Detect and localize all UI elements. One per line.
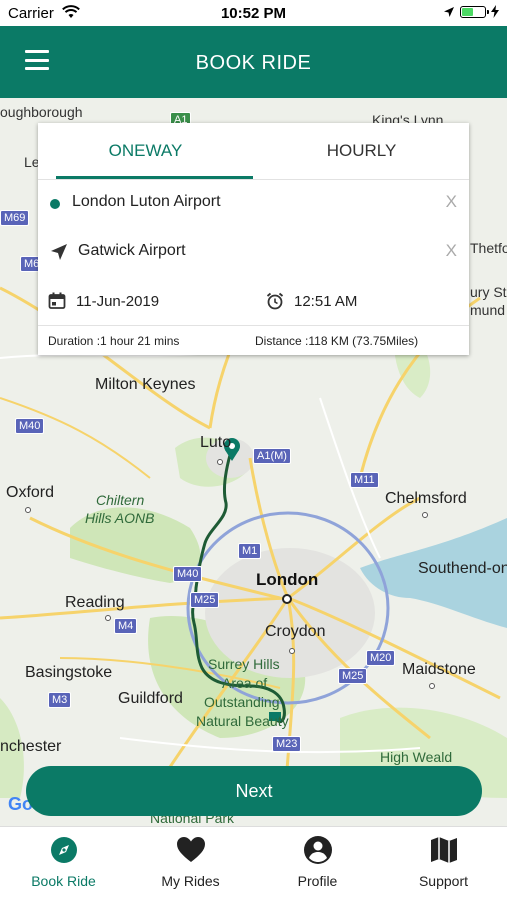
road-shield-m4: M4 <box>114 618 138 634</box>
map-icon <box>430 837 457 863</box>
road-shield-m23: M23 <box>272 736 302 752</box>
page-title: BOOK RIDE <box>195 52 312 74</box>
app-bar: BOOK RIDE <box>0 26 507 98</box>
dropoff-row[interactable]: Gatwick Airport X <box>38 229 469 277</box>
person-icon <box>303 836 332 864</box>
tab-hourly[interactable]: HOURLY <box>254 123 469 179</box>
map-label-loughborough: oughborough <box>0 104 83 120</box>
time-field[interactable]: 12:51 AM <box>266 277 357 325</box>
map-label-london: London <box>256 570 319 589</box>
map-label-area-of: Area of <box>222 675 268 691</box>
pickup-row[interactable]: London Luton Airport X <box>38 180 469 228</box>
map-label-chiltern-aonb: Hills AONB <box>85 510 155 526</box>
map-label-maidstone: Maidstone <box>402 661 476 678</box>
map-label-reading: Reading <box>65 594 125 611</box>
battery-icon <box>460 5 489 18</box>
dropoff-location[interactable]: Gatwick Airport <box>78 242 186 260</box>
map-label-chiltern: Chiltern <box>96 492 145 508</box>
map-label-natural-beauty: Natural Beauty <box>196 713 289 729</box>
map-label-edmunds: mund <box>470 302 506 318</box>
tab-support[interactable]: Support <box>380 827 507 901</box>
next-button[interactable]: Next <box>26 766 482 816</box>
status-bar: Carrier 10:52 PM <box>0 0 507 26</box>
pickup-location[interactable]: London Luton Airport <box>72 193 221 211</box>
road-shield-m40: M40 <box>173 566 203 582</box>
status-right <box>443 5 499 18</box>
trip-duration: Duration :1 hour 21 mins <box>48 334 180 348</box>
map-label-oxford: Oxford <box>6 484 55 501</box>
tab-book-ride[interactable]: Book Ride <box>0 827 127 901</box>
map-label-guildford: Guildford <box>118 690 183 707</box>
tab-label: My Rides <box>161 873 220 889</box>
pickup-time: 12:51 AM <box>294 292 358 310</box>
road-shield-m3: M3 <box>48 692 72 708</box>
tab-label: Profile <box>297 873 338 889</box>
datetime-row: 11-Jun-2019 12:51 AM <box>38 277 469 325</box>
trip-summary: Duration :1 hour 21 mins Distance :118 K… <box>38 325 469 356</box>
road-shield-m1: M1 <box>238 543 262 559</box>
road-shield-m69: M69 <box>0 210 30 226</box>
map-label-luton: Luto <box>200 434 232 451</box>
map-label-high-weald: High Weald <box>380 749 453 765</box>
tab-label: Book Ride <box>31 873 96 889</box>
map-label-chester: nchester <box>0 738 62 755</box>
tab-oneway[interactable]: ONEWAY <box>38 123 253 179</box>
trip-distance: Distance :118 KM (73.75Miles) <box>255 334 419 348</box>
map-label-milton-keynes: Milton Keynes <box>95 376 196 393</box>
compass-icon <box>50 837 77 863</box>
map-label-surrey-hills: Surrey Hills <box>208 656 280 672</box>
road-shield-m25-east: M25 <box>338 668 368 684</box>
calendar-icon <box>48 292 66 309</box>
tab-my-rides[interactable]: My Rides <box>127 827 254 901</box>
charging-icon <box>491 5 499 18</box>
pickup-dot-icon <box>50 199 60 209</box>
map-label-basingstoke: Basingstoke <box>25 664 113 681</box>
date-field[interactable]: 11-Jun-2019 <box>48 277 159 325</box>
tab-label: Support <box>418 873 469 889</box>
bottom-tab-bar: Book Ride My Rides Profile Support <box>0 826 507 901</box>
map-label-bury: ury St <box>470 284 507 300</box>
road-shield-m20: M20 <box>366 650 396 666</box>
road-shield-m40-north: M40 <box>15 418 45 434</box>
pickup-date: 11-Jun-2019 <box>76 292 160 310</box>
map-label-outstanding: Outstanding <box>204 694 280 710</box>
road-shield-m25-west: M25 <box>190 592 220 608</box>
clear-pickup-button[interactable]: X <box>446 192 457 212</box>
road-shield-a1m: A1(M) <box>253 448 291 464</box>
map-label-croydon: Croydon <box>265 623 326 640</box>
heart-icon <box>176 837 205 862</box>
map-label-southend: Southend-on <box>418 560 507 577</box>
tab-profile[interactable]: Profile <box>254 827 381 901</box>
navigation-arrow-icon <box>51 244 67 260</box>
map-label-thetford: Thetfor <box>470 240 507 256</box>
map-label-chelmsford: Chelmsford <box>385 490 467 507</box>
booking-card: ONEWAY HOURLY London Luton Airport X Gat… <box>38 123 469 355</box>
location-arrow-icon <box>444 6 454 17</box>
trip-type-tabs: ONEWAY HOURLY <box>38 123 469 180</box>
clock: 10:52 PM <box>220 5 287 22</box>
road-shield-m11: M11 <box>350 472 379 488</box>
alarm-clock-icon <box>266 292 284 310</box>
clear-dropoff-button[interactable]: X <box>446 241 457 261</box>
